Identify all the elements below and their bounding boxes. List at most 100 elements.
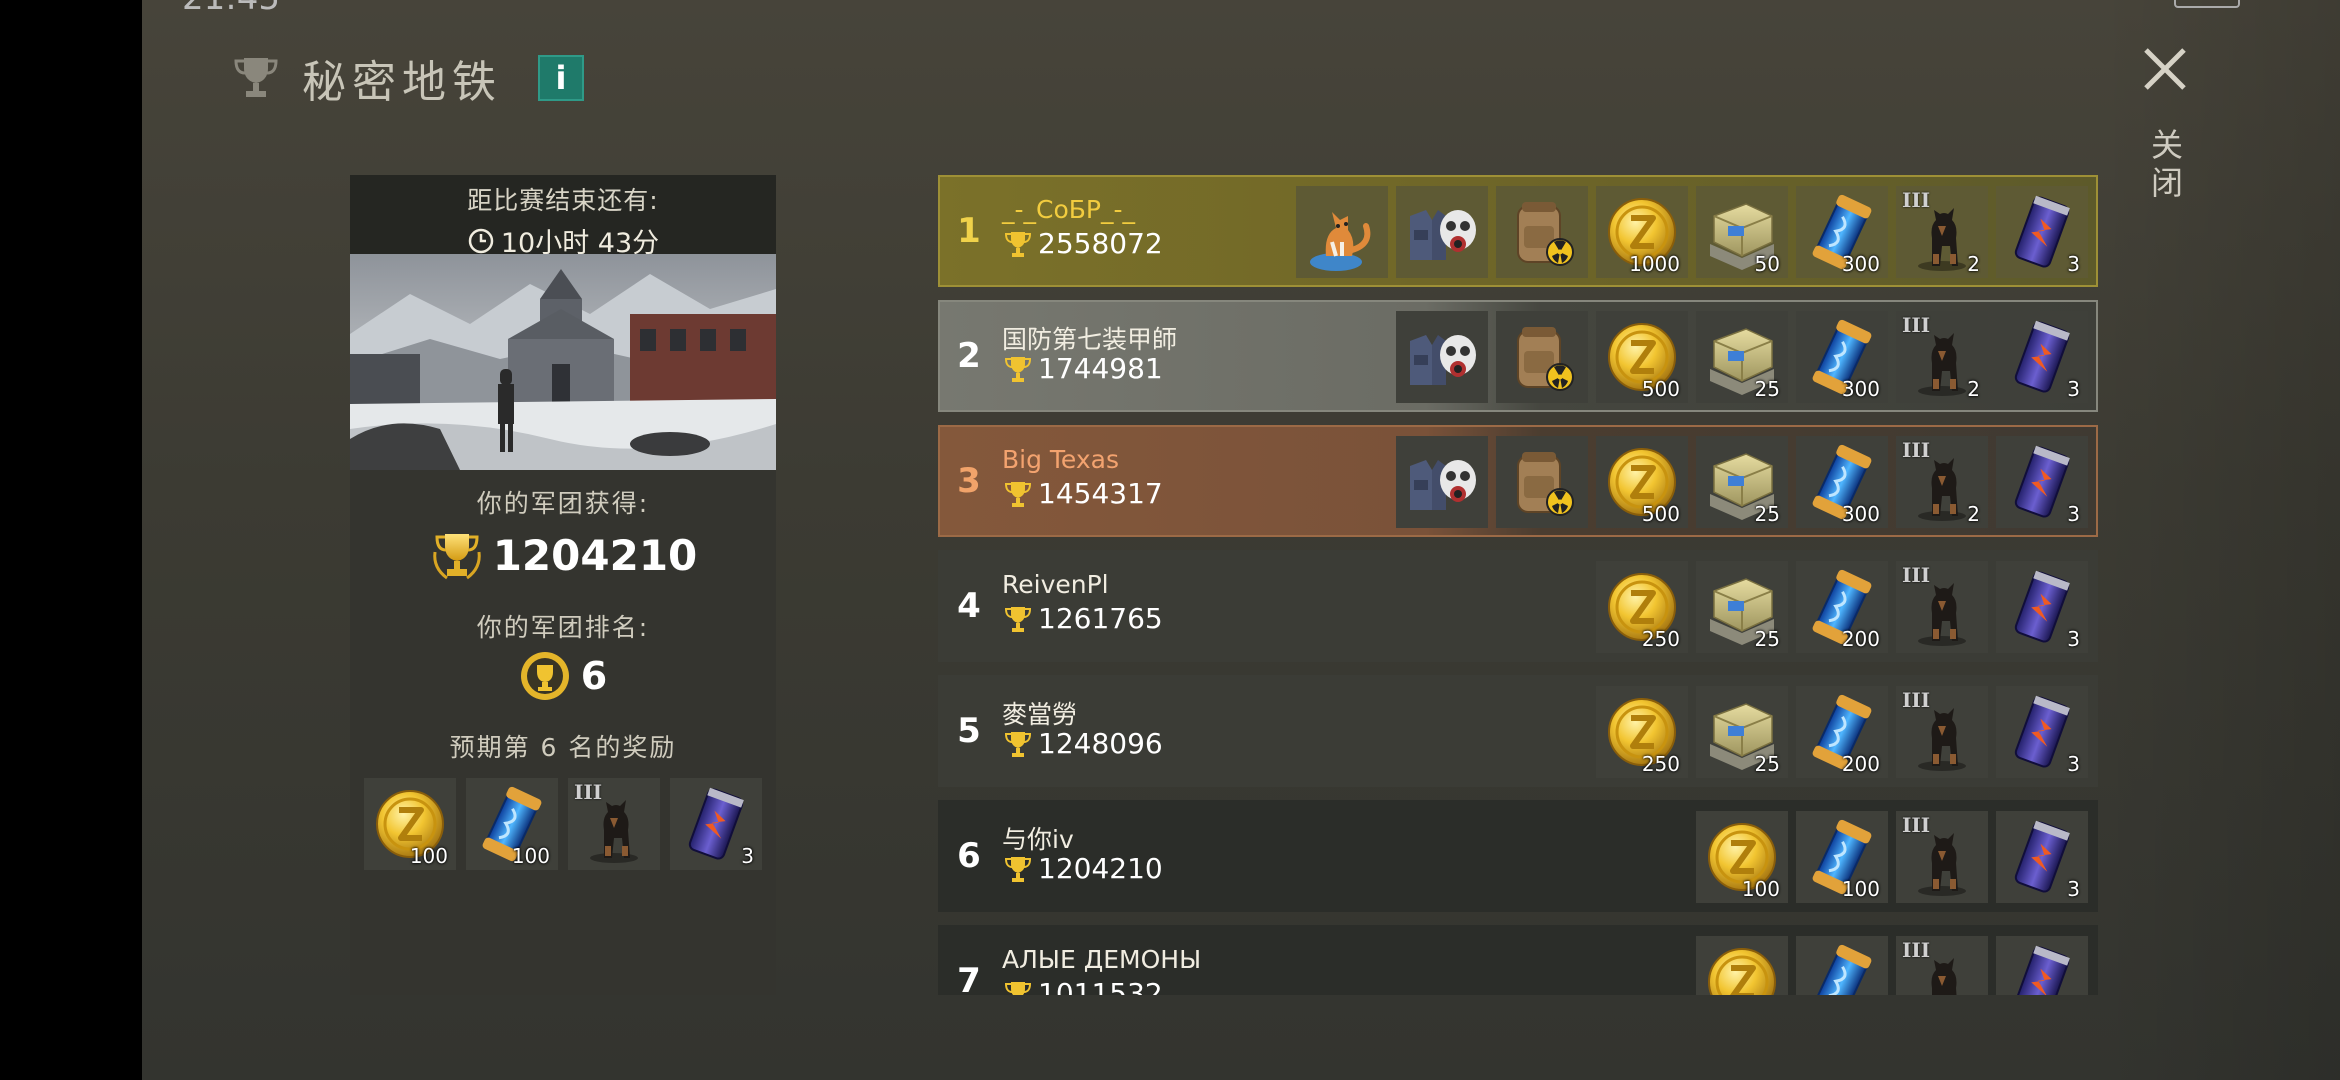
reward-item[interactable]: 3 — [1996, 686, 2088, 778]
reward-item[interactable]: 200 — [1796, 686, 1888, 778]
reward-item[interactable]: 3 — [1996, 561, 2088, 653]
reward-item[interactable]: III 2 — [1896, 311, 1988, 403]
vest-gasmask-icon — [1410, 460, 1476, 510]
reward-item[interactable]: 300 — [1796, 186, 1888, 278]
reward-quantity: 2 — [1967, 377, 1980, 401]
reward-item[interactable]: 3 — [1996, 186, 2088, 278]
reward-item[interactable]: III — [1896, 811, 1988, 903]
expected-reward-label: 预期第 6 名的奖励 — [449, 733, 677, 762]
legion-score: 1011532 — [1038, 977, 1163, 995]
leaderboard-row[interactable]: 7 АЛЫЕ ДЕМОНЫ 1011532 III — [938, 925, 2098, 995]
reward-item[interactable]: 3 — [1996, 311, 2088, 403]
reward-item[interactable] — [1696, 936, 1788, 995]
reward-item[interactable]: 100 — [364, 778, 456, 870]
reward-item[interactable]: 500 — [1596, 436, 1688, 528]
reward-list: III — [1696, 936, 2088, 995]
vest-gasmask-icon — [1410, 335, 1476, 385]
reward-item[interactable] — [1396, 311, 1488, 403]
earned-label: 你的军团获得: — [476, 489, 650, 518]
leaderboard-list[interactable]: 1 _-_СоБР_-_ 2558072 1000 50 300 III 2 3 2 国防第七装甲師… — [938, 175, 2098, 995]
event-info-panel: 距比赛结束还有: 10小时 43分 你的军团获得: 1204210 你的军团排名… — [350, 175, 776, 995]
reward-item[interactable] — [1996, 936, 2088, 995]
reward-quantity: 300 — [1841, 502, 1880, 526]
tier-label: III — [574, 780, 603, 804]
reward-item[interactable] — [1296, 186, 1388, 278]
reward-quantity: 2 — [1967, 252, 1980, 276]
leaderboard-row[interactable]: 1 _-_СоБР_-_ 2558072 1000 50 300 III 2 3 — [938, 175, 2098, 287]
reward-item[interactable]: 3 — [1996, 811, 2088, 903]
trophy-icon — [1004, 606, 1032, 632]
reward-item[interactable] — [1496, 311, 1588, 403]
reward-item[interactable]: 200 — [1796, 561, 1888, 653]
reward-item[interactable]: 300 — [1796, 436, 1888, 528]
reward-quantity: 500 — [1641, 377, 1680, 401]
snowy-town-illustration — [350, 269, 776, 470]
reward-item[interactable]: 250 — [1596, 686, 1688, 778]
reward-quantity: 1000 — [1629, 252, 1680, 276]
info-button[interactable]: i — [538, 55, 584, 101]
reward-item[interactable]: 50 — [1696, 186, 1788, 278]
rank-number: 5 — [957, 711, 981, 751]
reward-item[interactable]: 250 — [1596, 561, 1688, 653]
reward-item[interactable]: 25 — [1696, 311, 1788, 403]
legion-score: 1204210 — [1038, 852, 1163, 885]
reward-item[interactable]: III — [1896, 561, 1988, 653]
legion-score: 1744981 — [1038, 352, 1163, 385]
reward-item[interactable]: 3 — [670, 778, 762, 870]
clock-icon — [468, 228, 494, 253]
reward-item[interactable]: 100 — [1796, 811, 1888, 903]
reward-quantity: 200 — [1841, 627, 1880, 651]
hazmat-backpack-icon — [1517, 202, 1574, 266]
reward-item[interactable]: 500 — [1596, 311, 1688, 403]
trophy-icon — [1004, 481, 1032, 507]
reward-quantity: 3 — [2067, 377, 2080, 401]
status-time: 21:45 — [182, 0, 280, 18]
close-button-label[interactable]: 关闭 — [2146, 128, 2188, 204]
reward-item[interactable]: III 2 — [1896, 436, 1988, 528]
close-icon[interactable] — [2140, 44, 2190, 94]
reward-quantity: 3 — [2067, 627, 2080, 651]
leaderboard-row[interactable]: 6 与你iv 1204210 100 100 III 3 — [938, 800, 2098, 912]
reward-item[interactable] — [1396, 186, 1488, 278]
reward-quantity: 100 — [1741, 877, 1780, 901]
leaderboard-row[interactable]: 3 Big Texas 1454317 500 25 300 III 2 3 — [938, 425, 2098, 537]
rank-number: 2 — [957, 336, 981, 376]
reward-item[interactable]: 300 — [1796, 311, 1888, 403]
reward-item[interactable]: 25 — [1696, 686, 1788, 778]
rank-label: 你的军团排名: — [476, 613, 650, 642]
reward-item[interactable]: 100 — [1696, 811, 1788, 903]
reward-item[interactable] — [1396, 436, 1488, 528]
reward-item[interactable] — [1496, 186, 1588, 278]
trophy-laurel-icon — [432, 534, 481, 580]
reward-quantity: 250 — [1641, 627, 1680, 651]
trophy-icon — [1004, 231, 1032, 257]
reward-quantity: 300 — [1841, 377, 1880, 401]
reward-item[interactable] — [1796, 936, 1888, 995]
reward-item[interactable]: 3 — [1996, 436, 2088, 528]
reward-item[interactable]: 25 — [1696, 561, 1788, 653]
reward-item[interactable]: 100 — [466, 778, 558, 870]
rank-badge-icon — [520, 652, 569, 700]
reward-item[interactable]: 1000 — [1596, 186, 1688, 278]
tier-label: III — [1902, 313, 1931, 337]
rank-number: 6 — [957, 836, 981, 876]
reward-quantity: 3 — [2067, 877, 2080, 901]
game-screen: 21:45 秘密地铁 i 关闭 距比赛结束还有: 10小时 43分 — [142, 0, 2340, 1080]
reward-item[interactable]: III — [1896, 686, 1988, 778]
header: 秘密地铁 i — [230, 50, 584, 108]
leaderboard-row[interactable]: 4 ReivenPl 1261765 250 25 200 III 3 — [938, 550, 2098, 662]
legion-score: 1454317 — [1038, 477, 1163, 510]
reward-quantity: 100 — [1841, 877, 1880, 901]
reward-list: 500 25 300 III 2 3 — [1396, 311, 2088, 403]
reward-item[interactable]: III — [568, 778, 660, 870]
reward-item[interactable]: III 2 — [1896, 186, 1988, 278]
reward-item[interactable]: III — [1896, 936, 1988, 995]
leaderboard-row[interactable]: 2 国防第七装甲師 1744981 500 25 300 III 2 3 — [938, 300, 2098, 412]
reward-item[interactable]: 25 — [1696, 436, 1788, 528]
tier-label: III — [1902, 688, 1931, 712]
leaderboard-row[interactable]: 5 麥當勞 1248096 250 25 200 III 3 — [938, 675, 2098, 787]
rank-number: 4 — [957, 586, 981, 626]
reward-list: 1000 50 300 III 2 3 — [1296, 186, 2088, 278]
reward-item[interactable] — [1496, 436, 1588, 528]
reward-quantity: 2 — [1967, 502, 1980, 526]
